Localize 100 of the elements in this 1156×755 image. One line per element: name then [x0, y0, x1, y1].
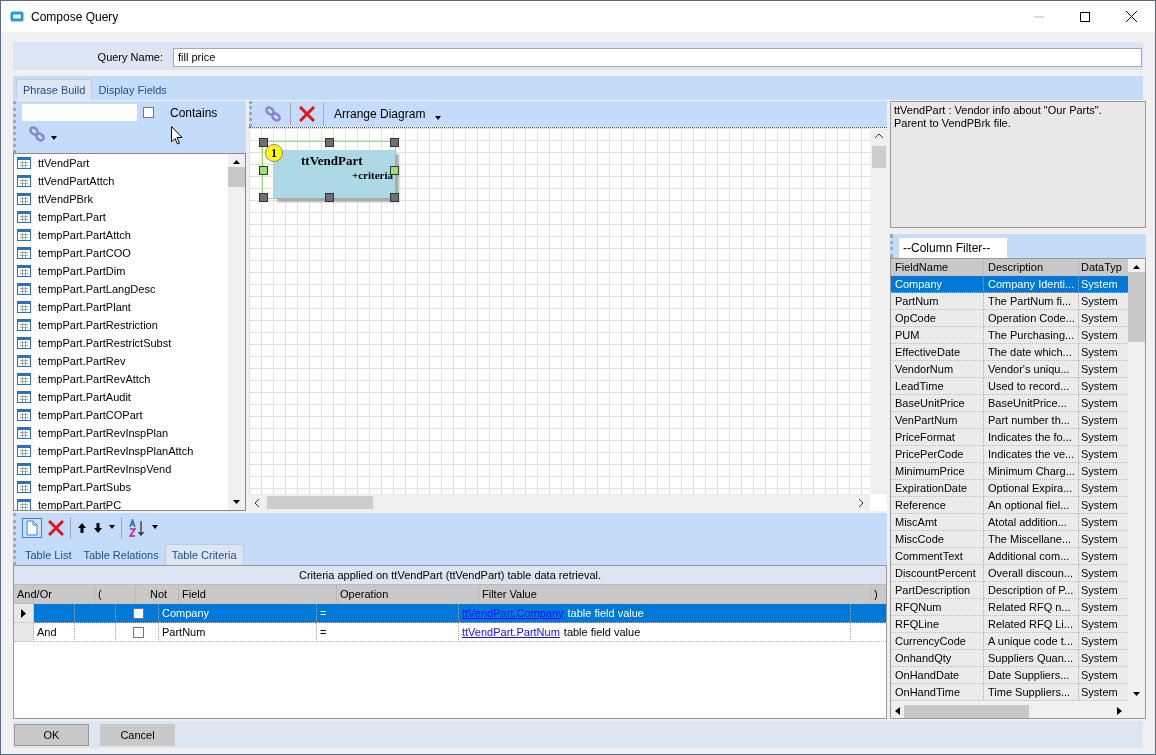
scrollbar[interactable]: [870, 128, 887, 494]
scroll-left-icon[interactable]: [254, 498, 259, 507]
scroll-right-icon[interactable]: [859, 498, 864, 507]
arrange-diagram-button[interactable]: Arrange Diagram: [332, 107, 428, 121]
scroll-thumb[interactable]: [228, 167, 245, 187]
field-row[interactable]: VenPartNum Part number th... System: [891, 412, 1128, 429]
table-name[interactable]: tempPart.PartRev: [38, 355, 126, 367]
field-row[interactable]: DiscountPercent Overall discoun... System: [891, 565, 1128, 582]
filter-link[interactable]: ttVendPart.PartNum: [462, 623, 560, 641]
field-row[interactable]: RFQNum Related RFQ n... System: [891, 599, 1128, 616]
scroll-thumb[interactable]: [1128, 272, 1145, 342]
scrollbar[interactable]: [249, 494, 870, 511]
scroll-up-icon[interactable]: [874, 133, 883, 138]
dropdown-arrow-icon[interactable]: [152, 525, 158, 529]
table-name[interactable]: tempPart.PartRestriction: [38, 319, 158, 331]
table-name[interactable]: tempPart.PartAttch: [38, 229, 131, 241]
cancel-button[interactable]: Cancel: [100, 723, 175, 746]
field-row[interactable]: MiscAmt Atotal addition... System: [891, 514, 1128, 531]
new-document-icon[interactable]: [22, 518, 42, 538]
field-row[interactable]: Reference An optional fiel... System: [891, 497, 1128, 514]
table-name[interactable]: tempPart.PartRestrictSubst: [38, 337, 172, 349]
sort-icon[interactable]: [128, 519, 146, 537]
table-name[interactable]: tempPart.PartDim: [38, 265, 126, 277]
field-row[interactable]: RFQLine Related RFQ Li... System: [891, 616, 1128, 633]
dropdown-arrow-icon[interactable]: [109, 525, 115, 529]
table-name[interactable]: tempPart.PartSubs: [38, 481, 131, 493]
table-node[interactable]: ttVendPart +criteria 1: [263, 142, 395, 198]
field-row[interactable]: OnHandDate Date Suppliers... System: [891, 667, 1128, 684]
criteria-row[interactable]: And PartNum = ttVendPart.PartNum table field value: [14, 623, 886, 642]
scroll-up-icon[interactable]: [1133, 265, 1140, 269]
table-name[interactable]: tempPart.PartRevInspVend: [38, 463, 172, 475]
scroll-thumb[interactable]: [904, 704, 1029, 718]
not-checkbox[interactable]: [133, 626, 144, 638]
link-icon[interactable]: [264, 106, 282, 122]
scroll-down-icon[interactable]: [233, 500, 240, 504]
resize-handle[interactable]: [325, 138, 334, 147]
resize-handle[interactable]: [259, 166, 268, 175]
scroll-thumb[interactable]: [267, 496, 373, 509]
ok-button[interactable]: OK: [14, 723, 89, 746]
delete-icon[interactable]: [48, 520, 64, 536]
table-name[interactable]: tempPart.PartPlant: [38, 301, 131, 313]
field-row[interactable]: PriceFormat Indicates the fo... System: [891, 429, 1128, 446]
arrow-up-icon[interactable]: [77, 522, 87, 534]
table-name[interactable]: ttVendPBrk: [38, 193, 94, 205]
maximize-icon[interactable]: [1080, 11, 1090, 22]
table-name[interactable]: tempPart.PartRevInspPlanAttch: [38, 445, 194, 457]
scrollbar[interactable]: [228, 154, 245, 510]
tab[interactable]: Table Criteria: [164, 544, 244, 565]
query-name-field[interactable]: fill price: [173, 47, 1142, 67]
table-name[interactable]: tempPart.PartAudit: [38, 391, 131, 403]
contains-checkbox[interactable]: [143, 107, 154, 118]
tab[interactable]: Phrase Build: [16, 79, 93, 100]
table-name[interactable]: ttVendPart: [38, 157, 90, 169]
field-row[interactable]: OnhandQty Suppliers Quan... System: [891, 650, 1128, 667]
table-name[interactable]: tempPart.PartRevAttch: [38, 373, 151, 385]
field-row[interactable]: Company Company Identi... System: [891, 276, 1128, 293]
resize-handle[interactable]: [259, 193, 268, 202]
table-search-field[interactable]: [22, 104, 137, 121]
table-name[interactable]: tempPart.PartRevInspPlan: [38, 427, 169, 439]
dropdown-arrow-icon[interactable]: [435, 116, 442, 120]
resize-handle[interactable]: [390, 138, 399, 147]
delete-icon[interactable]: [299, 106, 315, 122]
column-filter-field[interactable]: --Column Filter--: [899, 238, 1007, 258]
field-row[interactable]: VendorNum Vendor's uniqu... System: [891, 361, 1128, 378]
field-row[interactable]: ExpirationDate Optional Expira... System: [891, 480, 1128, 497]
field-row[interactable]: CurrencyCode A unique code t... System: [891, 633, 1128, 650]
field-row[interactable]: PricePerCode Indicates the ve... System: [891, 446, 1128, 463]
field-row[interactable]: PartNum The PartNum fi... System: [891, 293, 1128, 310]
field-row[interactable]: LeadTime Used to record... System: [891, 378, 1128, 395]
link-icon[interactable]: [28, 126, 46, 142]
tab[interactable]: Table List: [19, 545, 78, 565]
dropdown-arrow-icon[interactable]: [51, 136, 57, 140]
table-name[interactable]: tempPart.PartCOPart: [38, 409, 143, 421]
field-row[interactable]: OpCode Operation Code... System: [891, 310, 1128, 327]
field-row[interactable]: PartDescription Description of P... System: [891, 582, 1128, 599]
field-row[interactable]: OnHandTime Time Suppliers... System: [891, 684, 1128, 701]
scroll-up-icon[interactable]: [233, 160, 240, 164]
table-name[interactable]: tempPart.PartLangDesc: [38, 283, 156, 295]
resize-handle[interactable]: [259, 138, 268, 147]
scroll-left-icon[interactable]: [895, 707, 900, 715]
close-icon[interactable]: [1126, 11, 1137, 22]
tab[interactable]: Table Relations: [77, 545, 165, 565]
field-row[interactable]: CommentText Additional com... System: [891, 548, 1128, 565]
scroll-thumb[interactable]: [871, 146, 886, 168]
not-checkbox[interactable]: [133, 607, 144, 619]
field-row[interactable]: BaseUnitPrice BaseUnitPrice... System: [891, 395, 1128, 412]
scroll-right-icon[interactable]: [1117, 707, 1122, 715]
scroll-down-icon[interactable]: [1133, 692, 1140, 696]
table-name[interactable]: tempPart.Part: [38, 211, 106, 223]
resize-handle[interactable]: [325, 193, 334, 202]
arrow-down-icon[interactable]: [93, 522, 103, 534]
table-name[interactable]: tempPart.PartCOO: [38, 247, 131, 259]
field-row[interactable]: EffectiveDate The date which... System: [891, 344, 1128, 361]
criteria-row[interactable]: Company = ttVendPart.Company table field value: [14, 604, 886, 623]
resize-handle[interactable]: [390, 193, 399, 202]
field-row[interactable]: PUM The Purchasing... System: [891, 327, 1128, 344]
field-row[interactable]: MinimumPrice Minimum Charg... System: [891, 463, 1128, 480]
tab[interactable]: Display Fields: [92, 80, 173, 100]
table-name[interactable]: ttVendPartAttch: [38, 175, 115, 187]
field-row[interactable]: MiscCode The Miscellane... System: [891, 531, 1128, 548]
